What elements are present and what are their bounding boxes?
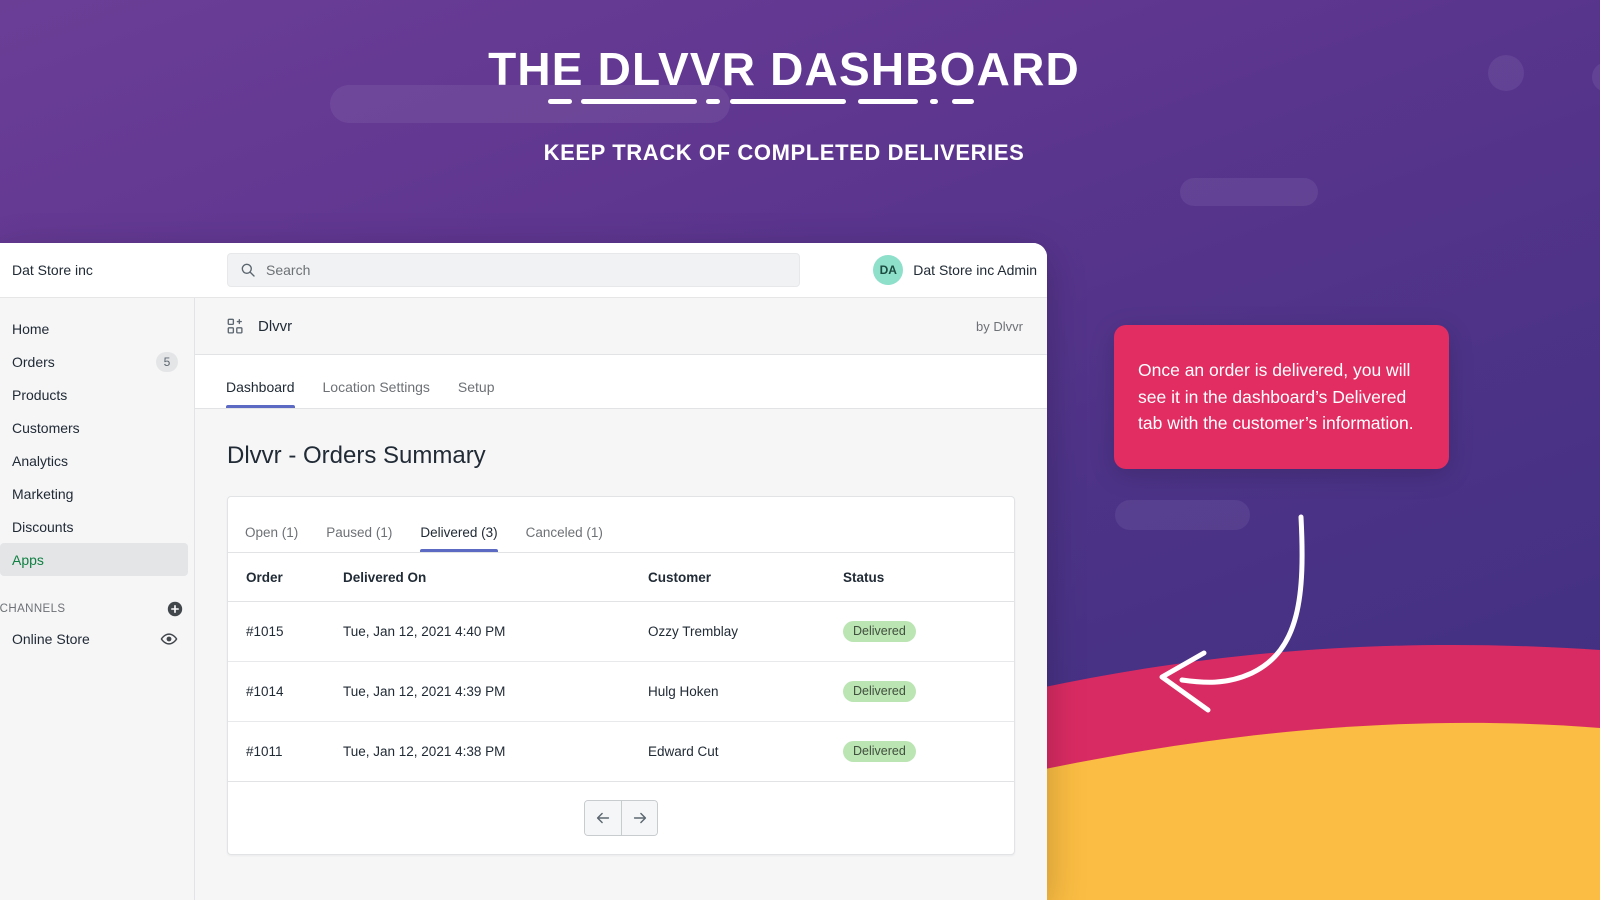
app-author: by Dlvvr [976, 318, 1023, 334]
pagination [584, 800, 658, 836]
table-row[interactable]: #1015 Tue, Jan 12, 2021 4:40 PM Ozzy Tre… [228, 601, 1014, 662]
tab-location-settings[interactable]: Location Settings [309, 379, 444, 408]
column-header-delivered-on: Delivered On [343, 553, 648, 602]
cell-order: #1011 [228, 721, 343, 782]
sidebar-item-label: Apps [12, 551, 44, 568]
cell-delivered-on: Tue, Jan 12, 2021 4:39 PM [343, 661, 648, 722]
orders-summary-card: Open (1) Paused (1) Delivered (3) Cancel… [227, 496, 1015, 855]
previous-page-button[interactable] [585, 801, 621, 835]
page-title: Dlvvr - Orders Summary [227, 442, 486, 469]
sidebar-item-orders[interactable]: Orders 5 [0, 345, 188, 378]
cell-customer: Edward Cut [648, 721, 843, 782]
next-page-button[interactable] [621, 801, 657, 835]
tab-delivered[interactable]: Delivered (3) [406, 525, 511, 552]
table-row[interactable]: #1014 Tue, Jan 12, 2021 4:39 PM Hulg Hok… [228, 661, 1014, 722]
cell-delivered-on: Tue, Jan 12, 2021 4:38 PM [343, 721, 648, 782]
tab-setup[interactable]: Setup [444, 379, 509, 408]
avatar: DA [873, 255, 904, 285]
sidebar-item-label: Analytics [12, 452, 69, 469]
arrow-right-icon [633, 812, 646, 824]
cell-order: #1014 [228, 661, 343, 722]
cell-delivered-on: Tue, Jan 12, 2021 4:40 PM [343, 601, 648, 662]
status-badge: Delivered [843, 681, 916, 702]
main-content: Dlvvr - Orders Summary Open (1) Paused (… [195, 409, 1047, 900]
store-name: Dat Store inc [12, 262, 93, 278]
pagination-row [228, 782, 1014, 854]
sidebar-item-discounts[interactable]: Discounts [0, 510, 188, 543]
cell-status: Delivered [843, 721, 1014, 782]
app-title: Dlvvr [258, 317, 293, 335]
column-header-order: Order [228, 553, 343, 602]
tab-open[interactable]: Open (1) [231, 525, 312, 552]
eye-icon[interactable] [160, 630, 178, 648]
sidebar-section-sales-channels: S CHANNELS [0, 596, 194, 622]
cell-customer: Ozzy Tremblay [648, 601, 843, 662]
promo-stage: THE DLVVR DASHBOARD KEEP TRACK OF COMPLE… [0, 0, 1600, 900]
promo-title: THE DLVVR DASHBOARD [488, 43, 1080, 95]
user-menu[interactable]: DA Dat Store inc Admin [873, 255, 1047, 285]
sidebar-item-apps[interactable]: Apps [0, 543, 188, 576]
promo-subtitle: KEEP TRACK OF COMPLETED DELIVERIES [543, 140, 1025, 165]
search-input[interactable] [266, 262, 787, 278]
search-icon [241, 263, 255, 277]
table-row[interactable]: #1011 Tue, Jan 12, 2021 4:38 PM Edward C… [228, 721, 1014, 782]
orders-table: Order Delivered On Customer Status #1015… [228, 553, 1014, 782]
sidebar-item-label: Orders [12, 353, 55, 370]
sidebar-item-customers[interactable]: Customers [0, 411, 188, 444]
tab-dashboard[interactable]: Dashboard [212, 379, 309, 408]
cell-status: Delivered [843, 601, 1014, 662]
column-header-customer: Customer [648, 553, 843, 602]
table-header-row: Order Delivered On Customer Status [228, 553, 1014, 602]
cell-customer: Hulg Hoken [648, 661, 843, 722]
sidebar-item-label: Products [12, 386, 68, 403]
sidebar: Home Orders 5 Products Customers Analyti… [0, 298, 195, 900]
app-tab-bar: Dashboard Location Settings Setup [195, 355, 1047, 409]
cell-status: Delivered [843, 661, 1014, 722]
sidebar-item-marketing[interactable]: Marketing [0, 477, 188, 510]
arrow-left-icon [596, 812, 610, 824]
cell-order: #1015 [228, 601, 343, 662]
admin-topbar: Dat Store inc DA Dat Store inc Admin [0, 243, 1047, 298]
apps-grid-icon [227, 318, 243, 334]
tab-canceled[interactable]: Canceled (1) [512, 525, 617, 552]
user-name: Dat Store inc Admin [913, 262, 1037, 278]
sidebar-item-label: Online Store [12, 630, 90, 647]
sidebar-item-products[interactable]: Products [0, 378, 188, 411]
column-header-status: Status [843, 553, 1014, 602]
sidebar-item-label: Home [12, 320, 50, 337]
add-channel-icon[interactable] [166, 600, 184, 618]
search-bar[interactable] [227, 253, 800, 287]
sidebar-item-online-store[interactable]: Online Store [0, 622, 188, 655]
sidebar-item-home[interactable]: Home [0, 312, 188, 345]
admin-window: Dat Store inc DA Dat Store inc Admin Hom… [0, 243, 1047, 900]
tab-paused[interactable]: Paused (1) [312, 525, 406, 552]
sidebar-section-label: S CHANNELS [0, 603, 66, 615]
status-badge: Delivered [843, 741, 916, 762]
sidebar-item-label: Marketing [12, 485, 74, 502]
app-header: Dlvvr by Dlvvr [195, 298, 1047, 355]
orders-badge: 5 [156, 351, 178, 372]
sidebar-item-label: Discounts [12, 518, 74, 535]
callout-tooltip: Once an order is delivered, you will see… [1114, 325, 1449, 469]
status-badge: Delivered [843, 621, 916, 642]
sidebar-item-label: Customers [12, 419, 80, 436]
orders-filter-tabs: Open (1) Paused (1) Delivered (3) Cancel… [228, 497, 1014, 553]
sidebar-item-analytics[interactable]: Analytics [0, 444, 188, 477]
decorative-dashed-divider [548, 99, 974, 104]
callout-pointer-arrow [1159, 514, 1305, 713]
